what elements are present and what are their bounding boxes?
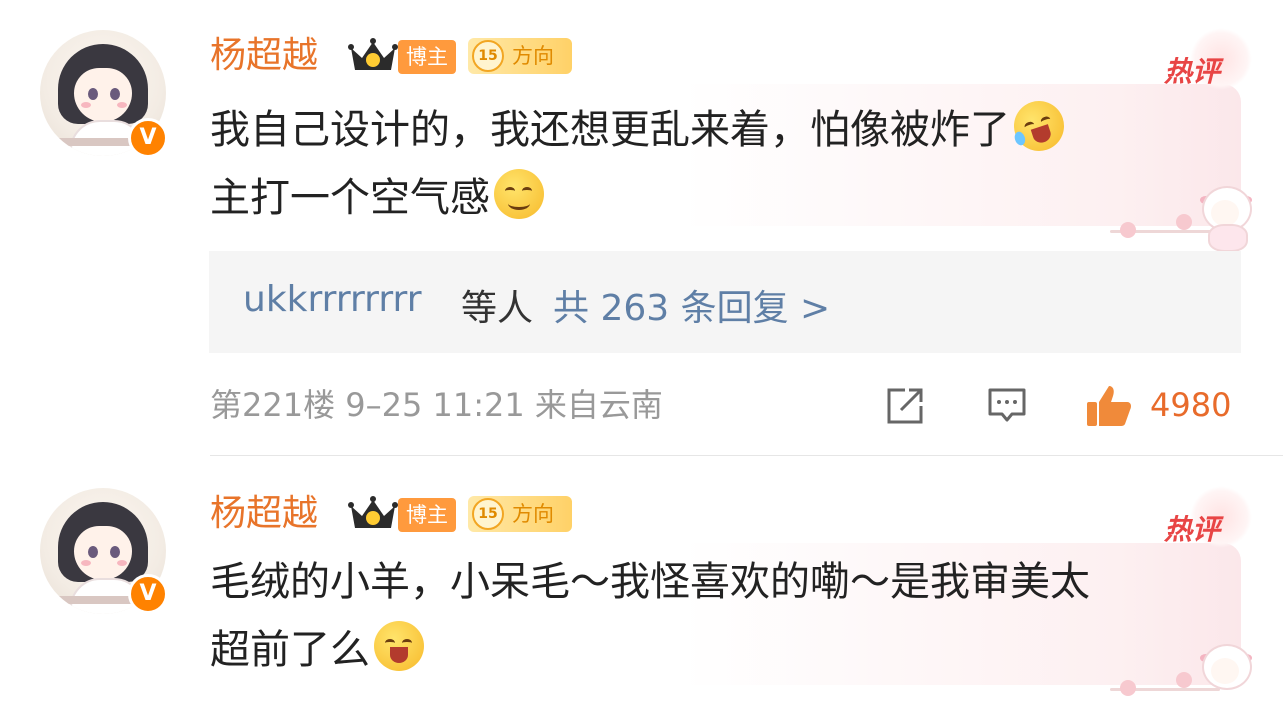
avatar-eye: [88, 546, 98, 558]
rose: [1120, 222, 1136, 238]
verified-v-icon: V: [128, 574, 168, 614]
direction-badge: 15 方向: [468, 496, 572, 532]
sheep-face: [1211, 658, 1239, 684]
avatar-blush: [81, 560, 91, 566]
avatar-blush: [117, 102, 127, 108]
replies-preview[interactable]: ukkrrrrrrrr 等人 共 263 条回复 >: [209, 251, 1241, 353]
like-thumb-icon[interactable]: [1085, 384, 1133, 428]
blogger-badge: 博主: [398, 40, 456, 74]
avatar-eye: [88, 88, 98, 100]
crown-icon: [348, 496, 398, 528]
level-badge-icon: 15: [472, 498, 504, 530]
sheep-body: [1208, 224, 1248, 252]
sheep-face: [1211, 200, 1239, 226]
comment-text-line: 主打一个空气感: [210, 175, 490, 221]
username[interactable]: 杨超越: [210, 36, 318, 76]
like-count: 4980: [1150, 386, 1232, 424]
sheep-decoration-icon: [1110, 186, 1260, 252]
hot-label: 热评: [1164, 513, 1221, 546]
smiling-face-emoji-icon: [494, 169, 544, 219]
comment-meta: 第221楼 9–25 11:21 来自云南: [210, 386, 663, 424]
direction-badge-label: 方向: [512, 44, 554, 68]
rose: [1176, 214, 1192, 230]
crown-icon: [348, 38, 398, 70]
rose: [1176, 672, 1192, 688]
happy-sweat-emoji-icon: [374, 621, 424, 671]
comment-divider: [210, 455, 1283, 456]
reply-etc-text: 等人: [461, 288, 534, 329]
avatar-eye: [110, 88, 120, 100]
comment-text: 我自己设计的，我还想更乱来着，怕像被炸了 主打一个空气感: [210, 94, 1210, 232]
direction-badge-label: 方向: [512, 502, 554, 526]
comment-icon[interactable]: [987, 386, 1027, 426]
avatar-blush: [117, 560, 127, 566]
blogger-badge: 博主: [398, 498, 456, 532]
comment-text-line: 毛绒的小羊，小呆毛～我怪喜欢的嘞～是我审美太: [210, 559, 1090, 605]
share-icon[interactable]: [885, 386, 925, 426]
comment-text-line: 我自己设计的，我还想更乱来着，怕像被炸了: [210, 107, 1010, 153]
rolling-laughing-emoji-icon: [1007, 94, 1071, 158]
comment-text: 毛绒的小羊，小呆毛～我怪喜欢的嘞～是我审美太 超前了么: [210, 548, 1210, 684]
reply-user-link[interactable]: ukkrrrrrrrr: [243, 279, 422, 320]
hot-comment-badge: 热评: [1160, 486, 1260, 554]
direction-badge: 15 方向: [468, 38, 572, 74]
avatar-blush: [81, 102, 91, 108]
comment-text-line: 超前了么: [210, 627, 370, 673]
sheep-decoration-icon: [1110, 644, 1260, 710]
avatar-eye: [110, 546, 120, 558]
hot-comment-badge: 热评: [1160, 28, 1260, 96]
rose: [1120, 680, 1136, 696]
level-badge-icon: 15: [472, 40, 504, 72]
reply-count-link[interactable]: 共 263 条回复 >: [553, 279, 830, 331]
hot-label: 热评: [1164, 55, 1221, 88]
username[interactable]: 杨超越: [210, 494, 318, 534]
verified-v-icon: V: [128, 118, 168, 158]
